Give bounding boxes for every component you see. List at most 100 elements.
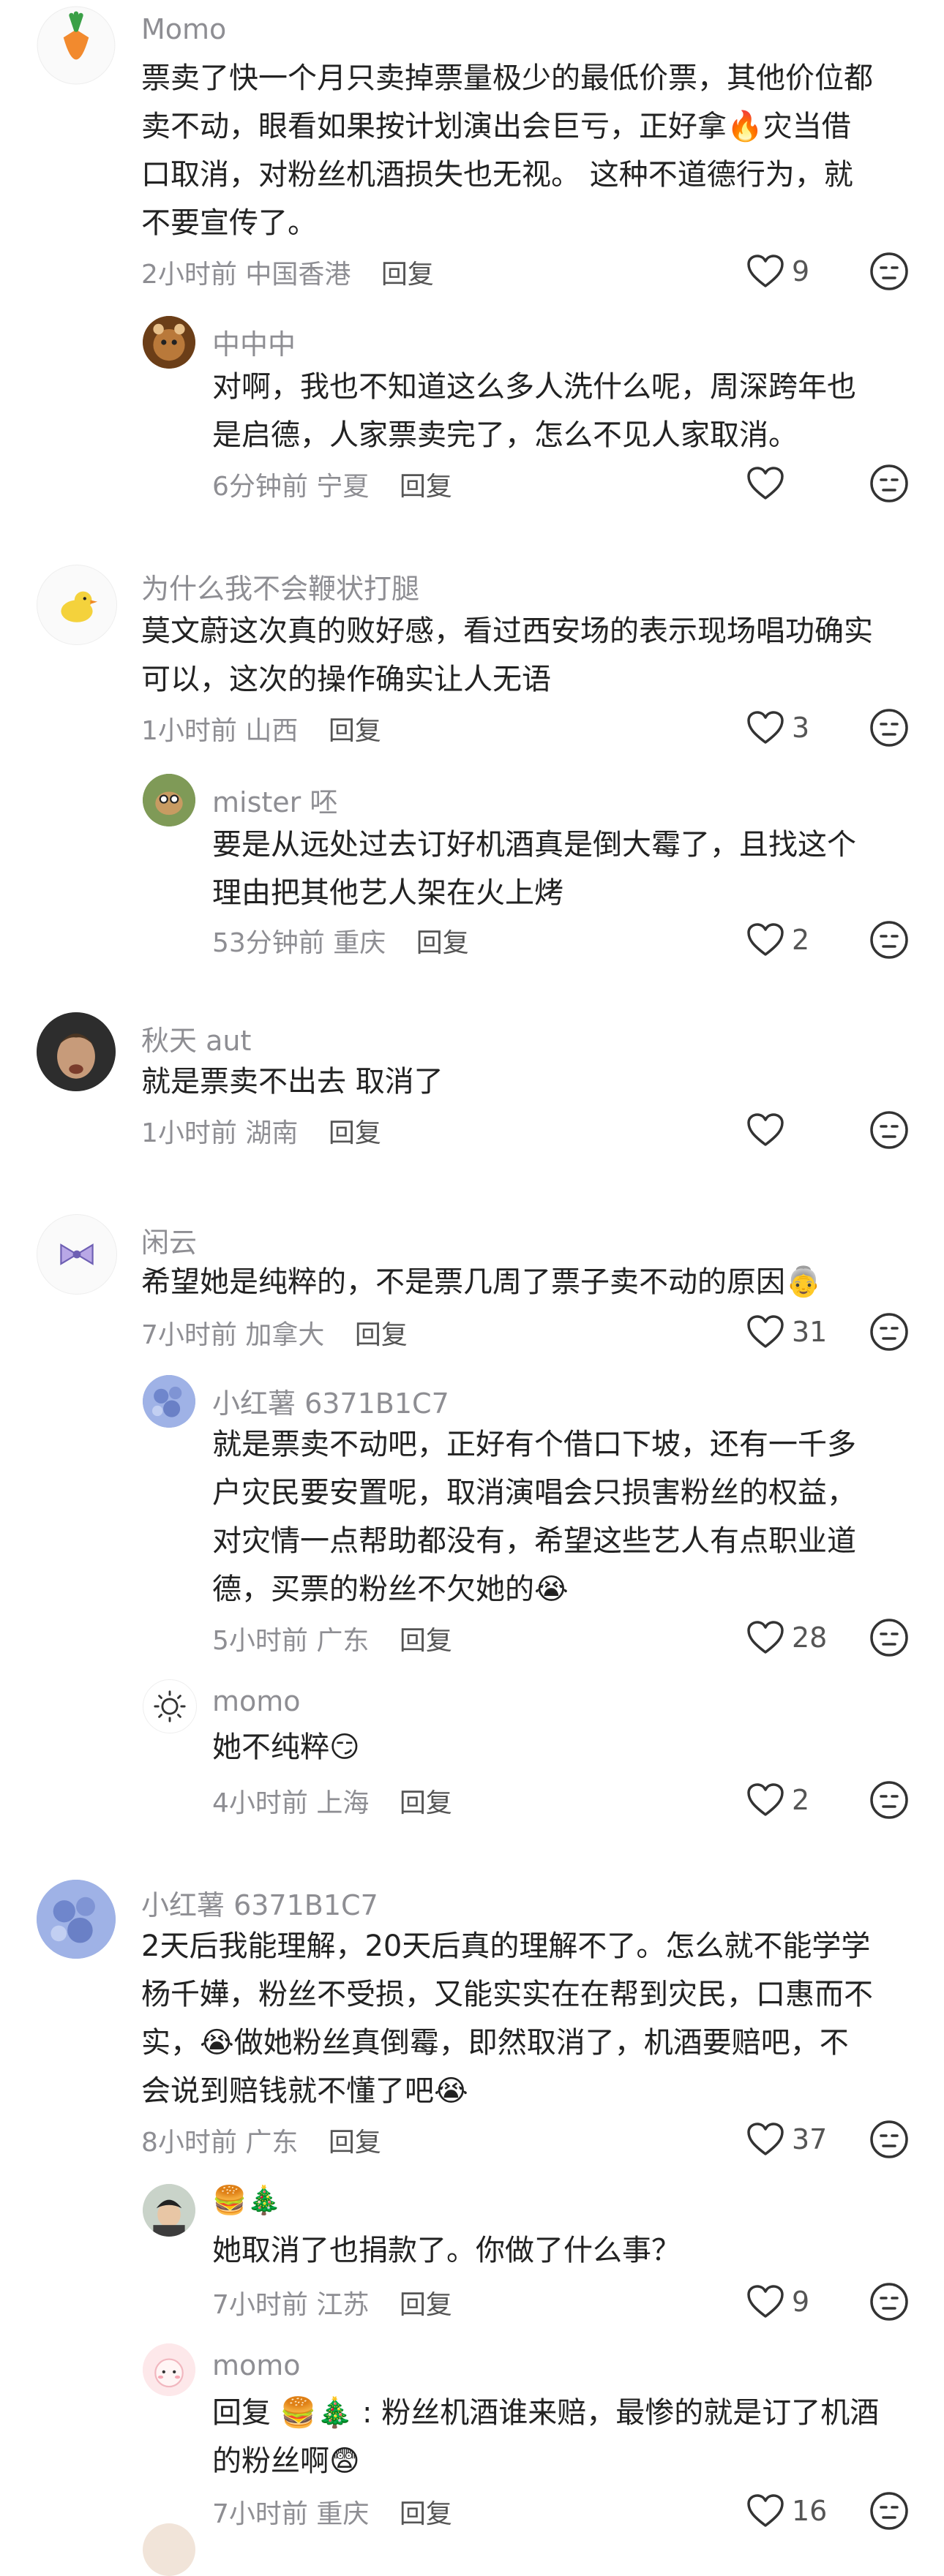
like-button[interactable]: 28 — [746, 1616, 827, 1660]
comment-text: 对啊，我也不知道这么多人洗什么呢，周深跨年也 是启德，人家票卖完了，怎么不见人家… — [212, 363, 856, 459]
avatar[interactable] — [37, 6, 116, 85]
username[interactable]: mister 呸 — [212, 780, 337, 820]
location: 湖南 — [245, 1118, 299, 1148]
comment-line: 理由把其他艺人架在火上烤 — [212, 876, 563, 910]
location: 重庆 — [333, 928, 386, 958]
username[interactable]: 🍔🎄 — [212, 2184, 282, 2217]
like-button[interactable]: 2 — [746, 918, 809, 962]
username[interactable]: momo — [212, 1685, 301, 1717]
comment-text: 莫文蔚这次真的败好感，看过西安场的表示现场唱功确实 可以，这次的操作确实让人无语 — [141, 607, 873, 704]
comment-feed: Momo 票卖了快一个月只卖掉票量极少的最低价票，其他价位都 卖不动，眼看如果按… — [0, 0, 944, 2576]
dislike-button[interactable] — [869, 1312, 909, 1352]
username[interactable]: 小红薯 6371B1C7 — [212, 1381, 449, 1421]
username[interactable]: 闲云 — [141, 1220, 197, 1260]
username[interactable]: 小红薯 6371B1C7 — [141, 1883, 378, 1923]
reply-button[interactable]: 回复 — [416, 928, 469, 958]
heart-outline-icon — [747, 255, 784, 287]
avatar[interactable] — [37, 1214, 117, 1295]
reply-button[interactable]: 回复 — [400, 1788, 452, 1818]
reply-button[interactable]: 回复 — [355, 1320, 408, 1350]
like-button[interactable]: 3 — [746, 706, 809, 750]
dislike-button[interactable] — [869, 2120, 909, 2159]
neutral-face-icon — [870, 464, 908, 502]
like-count: 3 — [792, 712, 810, 744]
location: 重庆 — [316, 2499, 370, 2529]
comment-text: 就是票卖不动吧，正好有个借口下坡，还有一千多 户灾民要安置呢，取消演唱会只损害粉… — [212, 1420, 856, 1613]
dislike-button[interactable] — [869, 2282, 909, 2321]
avatar[interactable] — [37, 565, 117, 645]
location: 中国香港 — [245, 260, 351, 290]
avatar[interactable] — [37, 1012, 116, 1091]
avatar[interactable] — [143, 2523, 195, 2576]
timestamp: 7小时前 — [212, 2499, 308, 2529]
timestamp: 1小时前 — [141, 1118, 237, 1148]
reply-button[interactable]: 回复 — [400, 472, 452, 502]
reply-button[interactable]: 回复 — [400, 2499, 452, 2529]
like-button[interactable]: 16 — [746, 2489, 827, 2533]
dislike-button[interactable] — [869, 1110, 909, 1150]
dislike-button[interactable] — [869, 1618, 909, 1657]
comment-line: 她不纯粹😏 — [212, 1730, 360, 1764]
comment-text: 回复 🍔🎄 : 粉丝机酒谁来赔，最惨的就是订了机酒 的粉丝啊😨 — [212, 2389, 879, 2485]
avatar[interactable] — [143, 316, 195, 369]
username[interactable]: Momo — [141, 13, 226, 45]
dislike-button[interactable] — [869, 464, 909, 503]
like-button[interactable]: 31 — [746, 1310, 827, 1354]
neutral-face-icon — [870, 709, 908, 747]
dislike-button[interactable] — [869, 252, 909, 291]
like-button[interactable] — [746, 1108, 792, 1152]
username[interactable]: 中中中 — [212, 322, 296, 362]
avatar[interactable] — [143, 2184, 195, 2237]
reply-button[interactable]: 回复 — [400, 2290, 452, 2320]
like-count: 9 — [792, 2286, 810, 2318]
neutral-face-icon — [870, 1781, 908, 1819]
comment-line: 是启德，人家票卖完了，怎么不见人家取消。 — [212, 418, 798, 452]
comment-meta: 7小时前 重庆 回复 — [212, 2493, 452, 2531]
comment-text: 就是票卖不出去 取消了 — [141, 1058, 443, 1106]
comment-line: 户灾民要安置呢，取消演唱会只损害粉丝的权益， — [212, 1476, 856, 1510]
timestamp: 5小时前 — [212, 1626, 308, 1656]
username[interactable]: 为什么我不会鞭状打腿 — [141, 566, 419, 606]
comment-line: 实，😭做她粉丝真倒霉，即然取消了，机酒要赔吧，不 — [141, 2026, 849, 2060]
comment-meta: 5小时前 广东 回复 — [212, 1619, 452, 1657]
heart-outline-icon — [747, 2494, 784, 2527]
comment-line: 2天后我能理解，20天后真的理解不了。怎么就不能学学 — [141, 1929, 871, 1963]
reply-button[interactable]: 回复 — [329, 1118, 381, 1148]
reply-button[interactable]: 回复 — [400, 1626, 452, 1656]
avatar[interactable] — [37, 1880, 116, 1959]
dislike-button[interactable] — [869, 920, 909, 960]
like-button[interactable]: 37 — [746, 2117, 827, 2161]
timestamp: 7小时前 — [212, 2290, 308, 2320]
like-button[interactable]: 9 — [746, 2280, 809, 2324]
comment-line: 口取消，对粉丝机酒损失也无视。 这种不道德行为，就 — [141, 158, 853, 192]
dislike-button[interactable] — [869, 2491, 909, 2531]
avatar[interactable] — [143, 1375, 195, 1428]
reply-button[interactable]: 回复 — [381, 260, 434, 290]
dislike-button[interactable] — [869, 708, 909, 747]
timestamp: 7小时前 — [141, 1320, 237, 1350]
dislike-button[interactable] — [869, 1780, 909, 1820]
avatar[interactable] — [143, 774, 195, 826]
heart-outline-icon — [747, 2123, 784, 2155]
heart-outline-icon — [747, 2285, 784, 2318]
like-button[interactable]: 9 — [746, 249, 809, 293]
avatar[interactable] — [143, 2343, 195, 2396]
comment-text: 希望她是纯粹的，不是票几周了票子卖不动的原因👵 — [141, 1258, 822, 1306]
reply-button[interactable]: 回复 — [329, 716, 381, 746]
comment-meta: 6分钟前 宁夏 回复 — [212, 465, 452, 503]
heart-outline-icon — [747, 711, 784, 744]
comment-line: 就是票卖不出去 取消了 — [141, 1065, 443, 1099]
like-button[interactable]: 2 — [746, 1778, 809, 1822]
comment-text: 票卖了快一个月只卖掉票量极少的最低价票，其他价位都 卖不动，眼看如果按计划演出会… — [141, 54, 873, 247]
comment-line: 票卖了快一个月只卖掉票量极少的最低价票，其他价位都 — [141, 61, 873, 95]
username[interactable]: momo — [212, 2349, 301, 2381]
like-count: 2 — [792, 924, 810, 956]
like-button[interactable] — [746, 462, 792, 505]
timestamp: 6分钟前 — [212, 472, 308, 502]
neutral-face-icon — [870, 1619, 908, 1657]
username[interactable]: 秋天 aut — [141, 1018, 251, 1058]
comment-line: 杨千嬅，粉丝不受损，又能实实在在帮到灾民，口惠而不 — [141, 1978, 873, 2011]
avatar[interactable] — [143, 1679, 197, 1733]
comment-text: 要是从远处过去订好机酒真是倒大霉了，且找这个 理由把其他艺人架在火上烤 — [212, 821, 856, 917]
reply-button[interactable]: 回复 — [329, 2128, 381, 2158]
